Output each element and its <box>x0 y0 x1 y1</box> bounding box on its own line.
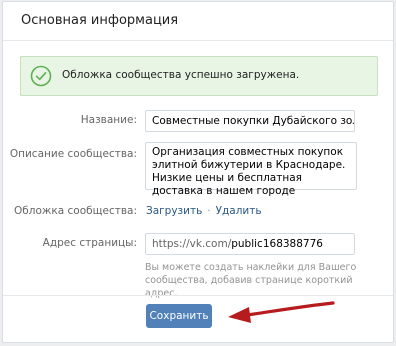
checkmark-circle-icon <box>30 65 52 87</box>
description-label: Описание сообщества: <box>9 148 137 160</box>
address-prefix: https://vk.com/ <box>152 238 232 250</box>
footer-divider <box>3 295 393 296</box>
cover-actions: Загрузить · Удалить <box>146 205 262 217</box>
success-message: Обложка сообщества успешно загружена. <box>62 69 300 81</box>
upload-cover-link[interactable]: Загрузить <box>146 205 202 217</box>
name-label: Название: <box>80 114 137 126</box>
cover-label: Обложка сообщества: <box>14 205 137 217</box>
address-label: Адрес страницы: <box>42 237 137 249</box>
community-name-input[interactable]: Совместные покупки Дубайского золота <box>145 110 355 132</box>
community-description-textarea[interactable]: Организация совместных покупок элитной б… <box>145 142 357 197</box>
save-button[interactable]: Сохранить <box>146 304 212 328</box>
title-divider <box>3 40 393 41</box>
link-separator: · <box>207 205 211 217</box>
annotation-arrow-icon <box>228 301 335 323</box>
success-notification: Обложка сообщества успешно загружена. <box>20 56 378 96</box>
delete-cover-link[interactable]: Удалить <box>216 205 262 217</box>
main-info-panel: Основная информация Обложка сообщества у… <box>2 1 394 343</box>
section-title: Основная информация <box>21 13 179 28</box>
address-value: public168388776 <box>231 238 323 250</box>
page-address-input[interactable]: https://vk.com/public168388776 <box>145 233 355 255</box>
